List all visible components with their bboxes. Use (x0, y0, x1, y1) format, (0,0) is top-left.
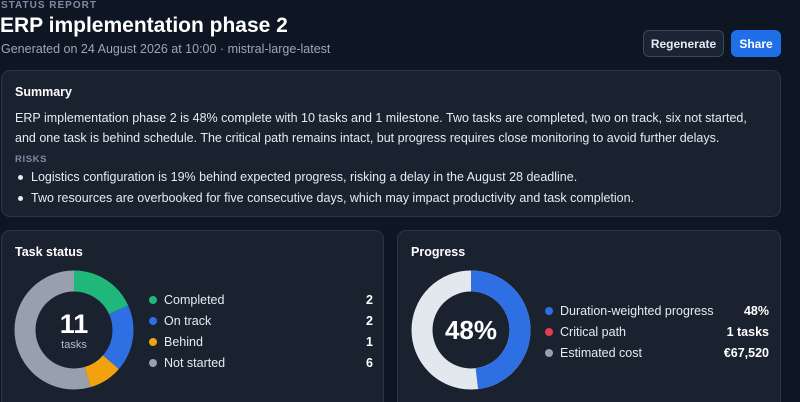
legend-value: 2 (366, 313, 373, 328)
legend-label: Duration-weighted progress (560, 303, 714, 318)
report-eyebrow: STATUS REPORT (1, 0, 97, 11)
legend-item-behind: Behind 1 (149, 331, 373, 352)
progress-legend: Duration-weighted progress 48% Critical … (545, 300, 769, 363)
progress-percent: 48% (444, 314, 498, 345)
legend-item-critical-path: Critical path 1 tasks (545, 321, 769, 342)
donut-center: 11 tasks (13, 269, 135, 391)
task-total: 11 (59, 308, 89, 339)
legend-value: 1 (366, 334, 373, 349)
legend-dot (149, 337, 157, 346)
summary-title: Summary (15, 85, 72, 99)
risks-list: Logistics configuration is 19% behind ex… (15, 167, 770, 209)
task-status-donut: 11 tasks (13, 269, 135, 391)
legend-dot (149, 295, 157, 304)
report-header: STATUS REPORT ERP implementation phase 2… (0, 0, 800, 70)
legend-dot (545, 327, 553, 336)
share-button[interactable]: Share (731, 30, 781, 57)
risk-item: Logistics configuration is 19% behind ex… (15, 167, 770, 188)
legend-dot (149, 316, 157, 325)
legend-dot (149, 358, 157, 367)
summary-card: Summary ERP implementation phase 2 is 48… (1, 70, 781, 217)
task-status-legend: Completed 2 On track 2 Behind 1 Not star… (149, 289, 373, 373)
task-status-title: Task status (15, 245, 83, 259)
risk-item: Two resources are overbooked for five co… (15, 188, 770, 209)
legend-item-not-started: Not started 6 (149, 352, 373, 373)
regenerate-button[interactable]: Regenerate (643, 30, 724, 57)
legend-value: 48% (743, 303, 769, 318)
legend-value: 2 (366, 292, 373, 307)
legend-item-on-track: On track 2 (149, 310, 373, 331)
generated-info: Generated on 24 August 2026 at 10:00 · m… (1, 42, 331, 56)
legend-value: 6 (366, 355, 373, 370)
legend-label: On track (164, 313, 212, 328)
legend-value: €67,520 (723, 345, 769, 360)
progress-title: Progress (411, 245, 466, 259)
legend-label: Behind (164, 334, 203, 349)
legend-item-estimated-cost: Estimated cost €67,520 (545, 342, 769, 363)
legend-value: 1 tasks (726, 324, 769, 339)
page-title: ERP implementation phase 2 (0, 14, 288, 37)
donut-center: 48% (410, 269, 532, 391)
risks-label: RISKS (15, 154, 48, 165)
summary-text: ERP implementation phase 2 is 48% comple… (15, 111, 747, 145)
task-total-caption: tasks (61, 338, 87, 351)
legend-label: Not started (164, 355, 226, 370)
legend-dot (545, 306, 553, 315)
legend-label: Critical path (560, 324, 626, 339)
task-status-card: Task status 11 tasks Completed 2 On trac… (1, 230, 384, 402)
legend-dot (545, 348, 553, 357)
progress-card: Progress 48% Duration-weighted progress … (397, 230, 781, 402)
legend-item-duration-progress: Duration-weighted progress 48% (545, 300, 769, 321)
legend-item-completed: Completed 2 (149, 289, 373, 310)
legend-label: Estimated cost (560, 345, 642, 360)
progress-donut: 48% (410, 269, 532, 391)
legend-label: Completed (164, 292, 225, 307)
